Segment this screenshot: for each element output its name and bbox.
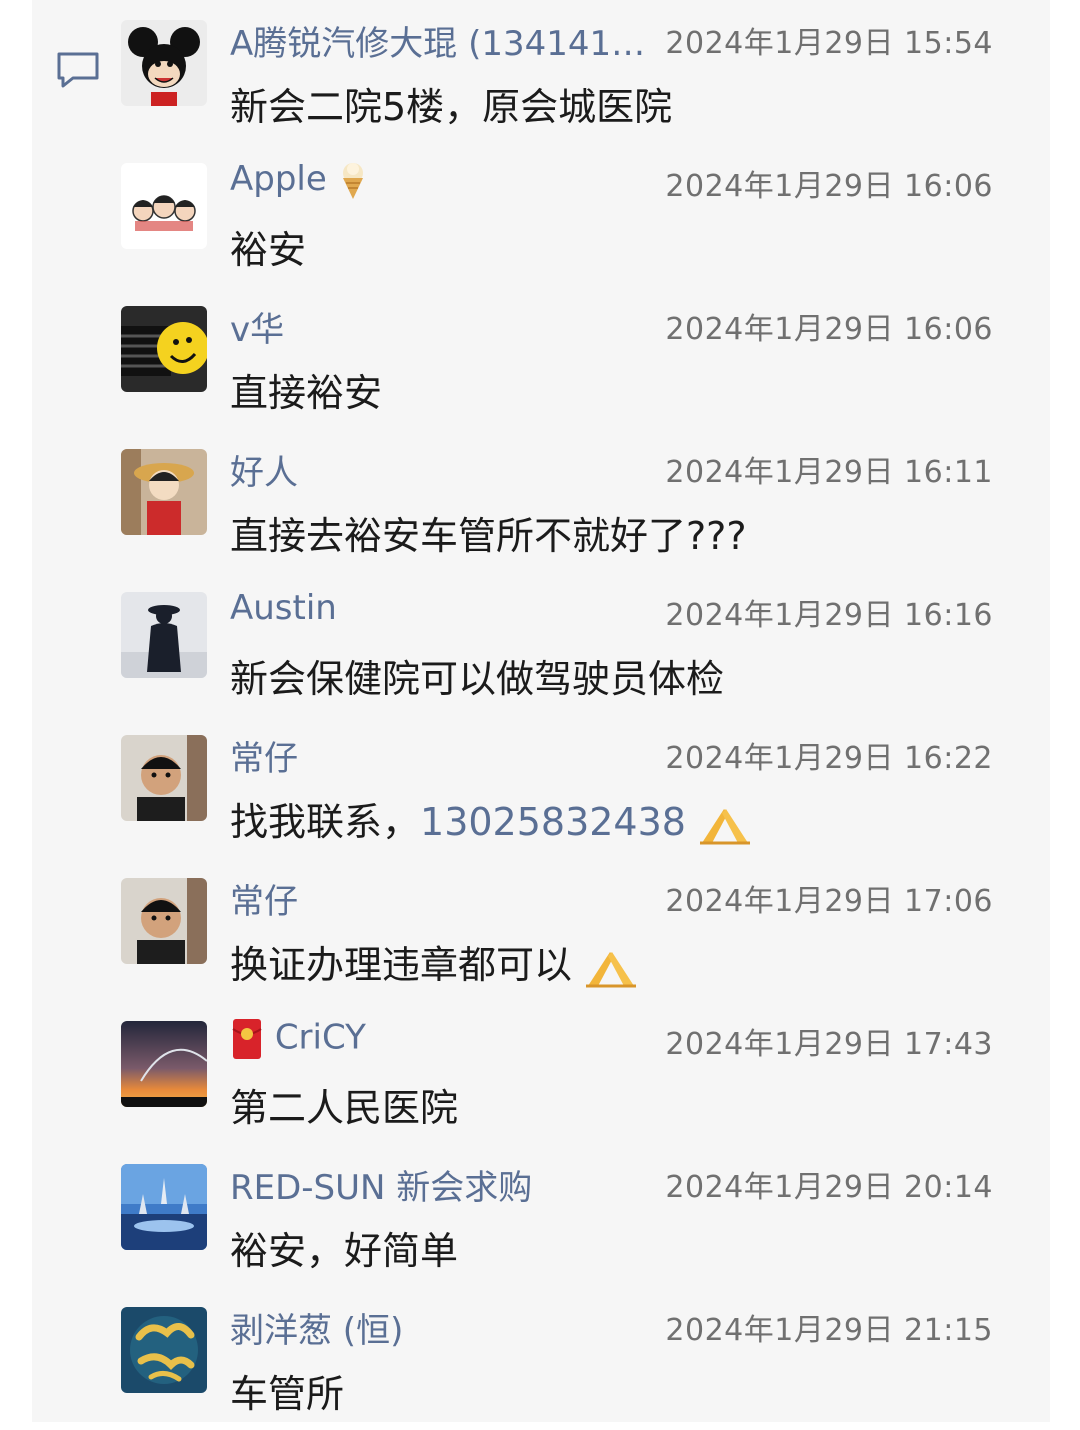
message-time: 2024年1月29日 20:14 [665,1170,993,1205]
message-item[interactable]: RED-SUN 新会求购 2024年1月29日 20:14 裕安，好简单 [0,1144,1080,1287]
avatar[interactable] [121,592,207,678]
avatar[interactable] [121,1021,207,1107]
message-time: 2024年1月29日 16:16 [665,598,993,633]
pray-emoji [700,808,751,844]
message-time: 2024年1月29日 17:06 [665,884,993,919]
message-text: 裕安，好简单 [230,1229,459,1273]
red-envelope-emoji [232,1019,262,1059]
message-item[interactable]: 好人 2024年1月29日 16:11 直接去裕安车管所不就好了??? [0,429,1080,572]
message-text: 新会保健院可以做驾驶员体检 [230,657,725,701]
sender-name[interactable]: Austin [230,588,337,628]
message-text-body: 找我联系， [230,800,421,844]
phone-number-link[interactable]: 13025832438 [420,800,686,844]
avatar[interactable] [121,20,207,106]
message-time: 2024年1月29日 16:22 [665,741,993,776]
avatar[interactable] [121,1307,207,1393]
message-text: 裕安 [230,228,307,272]
message-text: 找我联系，13025832438 [230,791,752,847]
message-item[interactable]: 常仔 2024年1月29日 17:06 换证办理违章都可以 [0,858,1080,1001]
message-item[interactable]: A腾锐汽修大琨 (1341415... 2024年1月29日 15:54 新会二… [0,0,1080,143]
message-text: 新会二院5楼，原会城医院 [230,85,673,129]
sender-name[interactable]: A腾锐汽修大琨 (1341415... [230,16,660,65]
sender-name[interactable]: 常仔 [230,731,298,780]
message-text-body: 换证办理违章都可以 [230,943,573,987]
message-time: 2024年1月29日 21:15 [665,1313,993,1348]
message-time: 2024年1月29日 17:43 [665,1027,993,1062]
message-time: 2024年1月29日 16:06 [665,169,993,204]
ice-cream-emoji [342,162,363,199]
message-item[interactable]: Austin 2024年1月29日 16:16 新会保健院可以做驾驶员体检 [0,572,1080,715]
sender-name[interactable]: 常仔 [230,874,298,923]
message-item[interactable]: Apple 2024年1月29日 16:06 裕安 [0,143,1080,286]
sender-name[interactable]: RED-SUN 新会求购 [230,1160,532,1209]
message-item[interactable]: v华 2024年1月29日 16:06 直接裕安 [0,286,1080,429]
message-item[interactable]: 常仔 2024年1月29日 16:22 找我联系，13025832438 [0,715,1080,858]
message-item[interactable]: CriCY 2024年1月29日 17:43 第二人民医院 [0,1001,1080,1144]
message-text: 车管所 [230,1372,345,1416]
message-time: 2024年1月29日 15:54 [665,26,993,61]
message-text: 直接裕安 [230,371,383,415]
sender-name[interactable]: v华 [230,302,284,351]
message-time: 2024年1月29日 16:06 [665,312,993,347]
avatar[interactable] [121,449,207,535]
avatar[interactable] [121,878,207,964]
sender-name-text: Apple [230,159,327,199]
message-text: 直接去裕安车管所不就好了??? [230,514,747,558]
sender-name[interactable]: 剥洋葱 (恒) [230,1303,403,1352]
message-item[interactable]: 剥洋葱 (恒) 2024年1月29日 21:15 车管所 [0,1287,1080,1430]
avatar[interactable] [121,735,207,821]
avatar[interactable] [121,163,207,249]
sender-name-text: CriCY [274,1017,366,1058]
pray-emoji [586,951,637,987]
message-time: 2024年1月29日 16:11 [665,455,993,490]
avatar[interactable] [121,306,207,392]
message-text: 换证办理违章都可以 [230,934,638,990]
sender-name[interactable]: Apple [230,159,368,201]
sender-name[interactable]: CriCY [230,1017,366,1061]
sender-name[interactable]: 好人 [230,445,298,494]
message-text: 第二人民医院 [230,1086,459,1130]
avatar[interactable] [121,1164,207,1250]
